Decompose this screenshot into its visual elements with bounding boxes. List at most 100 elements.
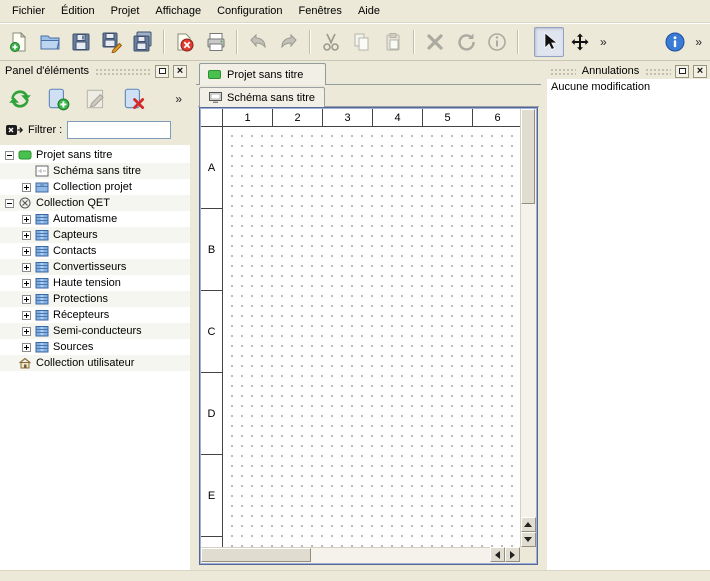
tree-item-folder[interactable]: Protections	[0, 291, 190, 307]
row-label: C	[201, 291, 222, 373]
undo-dock-titlebar[interactable]: Annulations	[547, 63, 710, 79]
copy-button[interactable]	[347, 27, 377, 57]
tree-item-folder[interactable]: Convertisseurs	[0, 259, 190, 275]
elements-panel-titlebar[interactable]: Panel d'éléments	[0, 63, 190, 79]
tree-item-qet-collection[interactable]: Collection QET	[0, 195, 190, 211]
folder-icon	[35, 277, 49, 289]
undo-button[interactable]	[243, 27, 273, 57]
toolbar-separator	[163, 30, 165, 54]
tree-item-folder[interactable]: Capteurs	[0, 227, 190, 243]
expand-icon[interactable]	[22, 295, 31, 304]
diagram-view[interactable]: 1 2 3 4 5 6 A B C D E	[199, 107, 538, 565]
menu-aide[interactable]: Aide	[350, 1, 388, 21]
close-file-button[interactable]	[170, 27, 200, 57]
main-toolbar: » »	[0, 23, 710, 61]
expand-icon[interactable]	[22, 247, 31, 256]
redo-button[interactable]	[274, 27, 304, 57]
toolbar-separator	[309, 30, 311, 54]
horizontal-scrollbar-thumb[interactable]	[201, 548, 311, 562]
save-button[interactable]	[66, 27, 96, 57]
dock-close-button[interactable]	[693, 65, 707, 78]
collapse-icon[interactable]	[5, 199, 14, 208]
tree-item-user-collection[interactable]: Collection utilisateur	[0, 355, 190, 371]
scroll-right-button[interactable]	[505, 547, 520, 562]
panel-overflow-icon[interactable]: »	[171, 92, 186, 106]
tree-item-folder[interactable]: Récepteurs	[0, 307, 190, 323]
menu-affichage[interactable]: Affichage	[147, 1, 209, 21]
column-label: 3	[323, 109, 373, 127]
expand-icon[interactable]	[22, 263, 31, 272]
about-button[interactable]	[660, 27, 690, 57]
expand-icon[interactable]	[22, 215, 31, 224]
menu-configuration[interactable]: Configuration	[209, 1, 290, 21]
menu-edition[interactable]: Édition	[53, 1, 103, 21]
reload-collections-button[interactable]	[4, 83, 36, 115]
filter-input[interactable]	[67, 121, 171, 139]
project-tab-label: Projet sans titre	[227, 69, 303, 81]
dock-drag-handle[interactable]	[645, 67, 671, 75]
element-information-button[interactable]	[482, 27, 512, 57]
clear-filter-icon[interactable]	[5, 121, 23, 139]
visualisation-mode-button[interactable]	[565, 27, 595, 57]
expand-icon[interactable]	[22, 327, 31, 336]
new-element-button[interactable]	[42, 83, 74, 115]
right-arrow-icon	[510, 551, 515, 559]
dock-float-button[interactable]	[155, 65, 169, 78]
delete-button[interactable]	[420, 27, 450, 57]
vertical-scrollbar[interactable]	[520, 109, 536, 547]
home-icon	[18, 357, 32, 369]
close-icon	[697, 65, 703, 77]
tree-item-diagram[interactable]: Schéma sans titre	[0, 163, 190, 179]
toolbar-overflow-icon[interactable]: »	[596, 35, 611, 49]
vertical-scrollbar-thumb[interactable]	[521, 109, 535, 204]
tree-item-folder[interactable]: Semi-conducteurs	[0, 323, 190, 339]
horizontal-scrollbar[interactable]	[201, 547, 520, 563]
open-project-button[interactable]	[35, 27, 65, 57]
paste-button[interactable]	[378, 27, 408, 57]
save-all-button[interactable]	[128, 27, 158, 57]
toolbar-separator	[236, 30, 238, 54]
tree-item-project-collection[interactable]: Collection projet	[0, 179, 190, 195]
expand-icon[interactable]	[22, 231, 31, 240]
help-toolbar-overflow-icon[interactable]: »	[691, 35, 706, 49]
tree-item-folder[interactable]: Sources	[0, 339, 190, 355]
undo-list-item[interactable]: Aucune modification	[547, 79, 710, 95]
undo-list: Aucune modification	[547, 79, 710, 570]
expand-icon[interactable]	[22, 343, 31, 352]
scroll-up-button[interactable]	[521, 517, 536, 532]
project-icon	[18, 149, 32, 161]
expand-icon[interactable]	[22, 311, 31, 320]
new-document-button[interactable]	[4, 27, 34, 57]
float-icon	[159, 68, 166, 74]
diagram-tab[interactable]: Schéma sans titre	[199, 87, 325, 107]
print-icon	[205, 31, 227, 53]
dock-float-button[interactable]	[675, 65, 689, 78]
tree-item-folder[interactable]: Automatisme	[0, 211, 190, 227]
expand-icon[interactable]	[22, 279, 31, 288]
qelectrotech-window: Fichier Édition Projet Affichage Configu…	[0, 0, 710, 581]
save-as-button[interactable]	[97, 27, 127, 57]
menu-projet[interactable]: Projet	[103, 1, 148, 21]
print-button[interactable]	[201, 27, 231, 57]
collapse-icon[interactable]	[5, 151, 14, 160]
diagram-grid[interactable]	[223, 127, 523, 547]
edit-element-button[interactable]	[80, 83, 112, 115]
close-file-icon	[174, 31, 196, 53]
selection-mode-button[interactable]	[534, 27, 564, 57]
dock-close-button[interactable]	[173, 65, 187, 78]
dock-drag-handle[interactable]	[95, 67, 151, 75]
dock-drag-handle[interactable]	[550, 67, 576, 75]
tree-item-folder[interactable]: Contacts	[0, 243, 190, 259]
horizontal-scrollbar-buttons	[490, 547, 520, 563]
rotate-button[interactable]	[451, 27, 481, 57]
delete-element-button[interactable]	[118, 83, 150, 115]
tree-item-project[interactable]: Projet sans titre	[0, 147, 190, 163]
tree-item-folder[interactable]: Haute tension	[0, 275, 190, 291]
menu-fichier[interactable]: Fichier	[4, 1, 53, 21]
scroll-down-button[interactable]	[521, 532, 536, 547]
project-tab[interactable]: Projet sans titre	[199, 63, 326, 85]
scroll-left-button[interactable]	[490, 547, 505, 562]
expand-icon[interactable]	[22, 183, 31, 192]
cut-button[interactable]	[316, 27, 346, 57]
menu-fenetres[interactable]: Fenêtres	[291, 1, 350, 21]
